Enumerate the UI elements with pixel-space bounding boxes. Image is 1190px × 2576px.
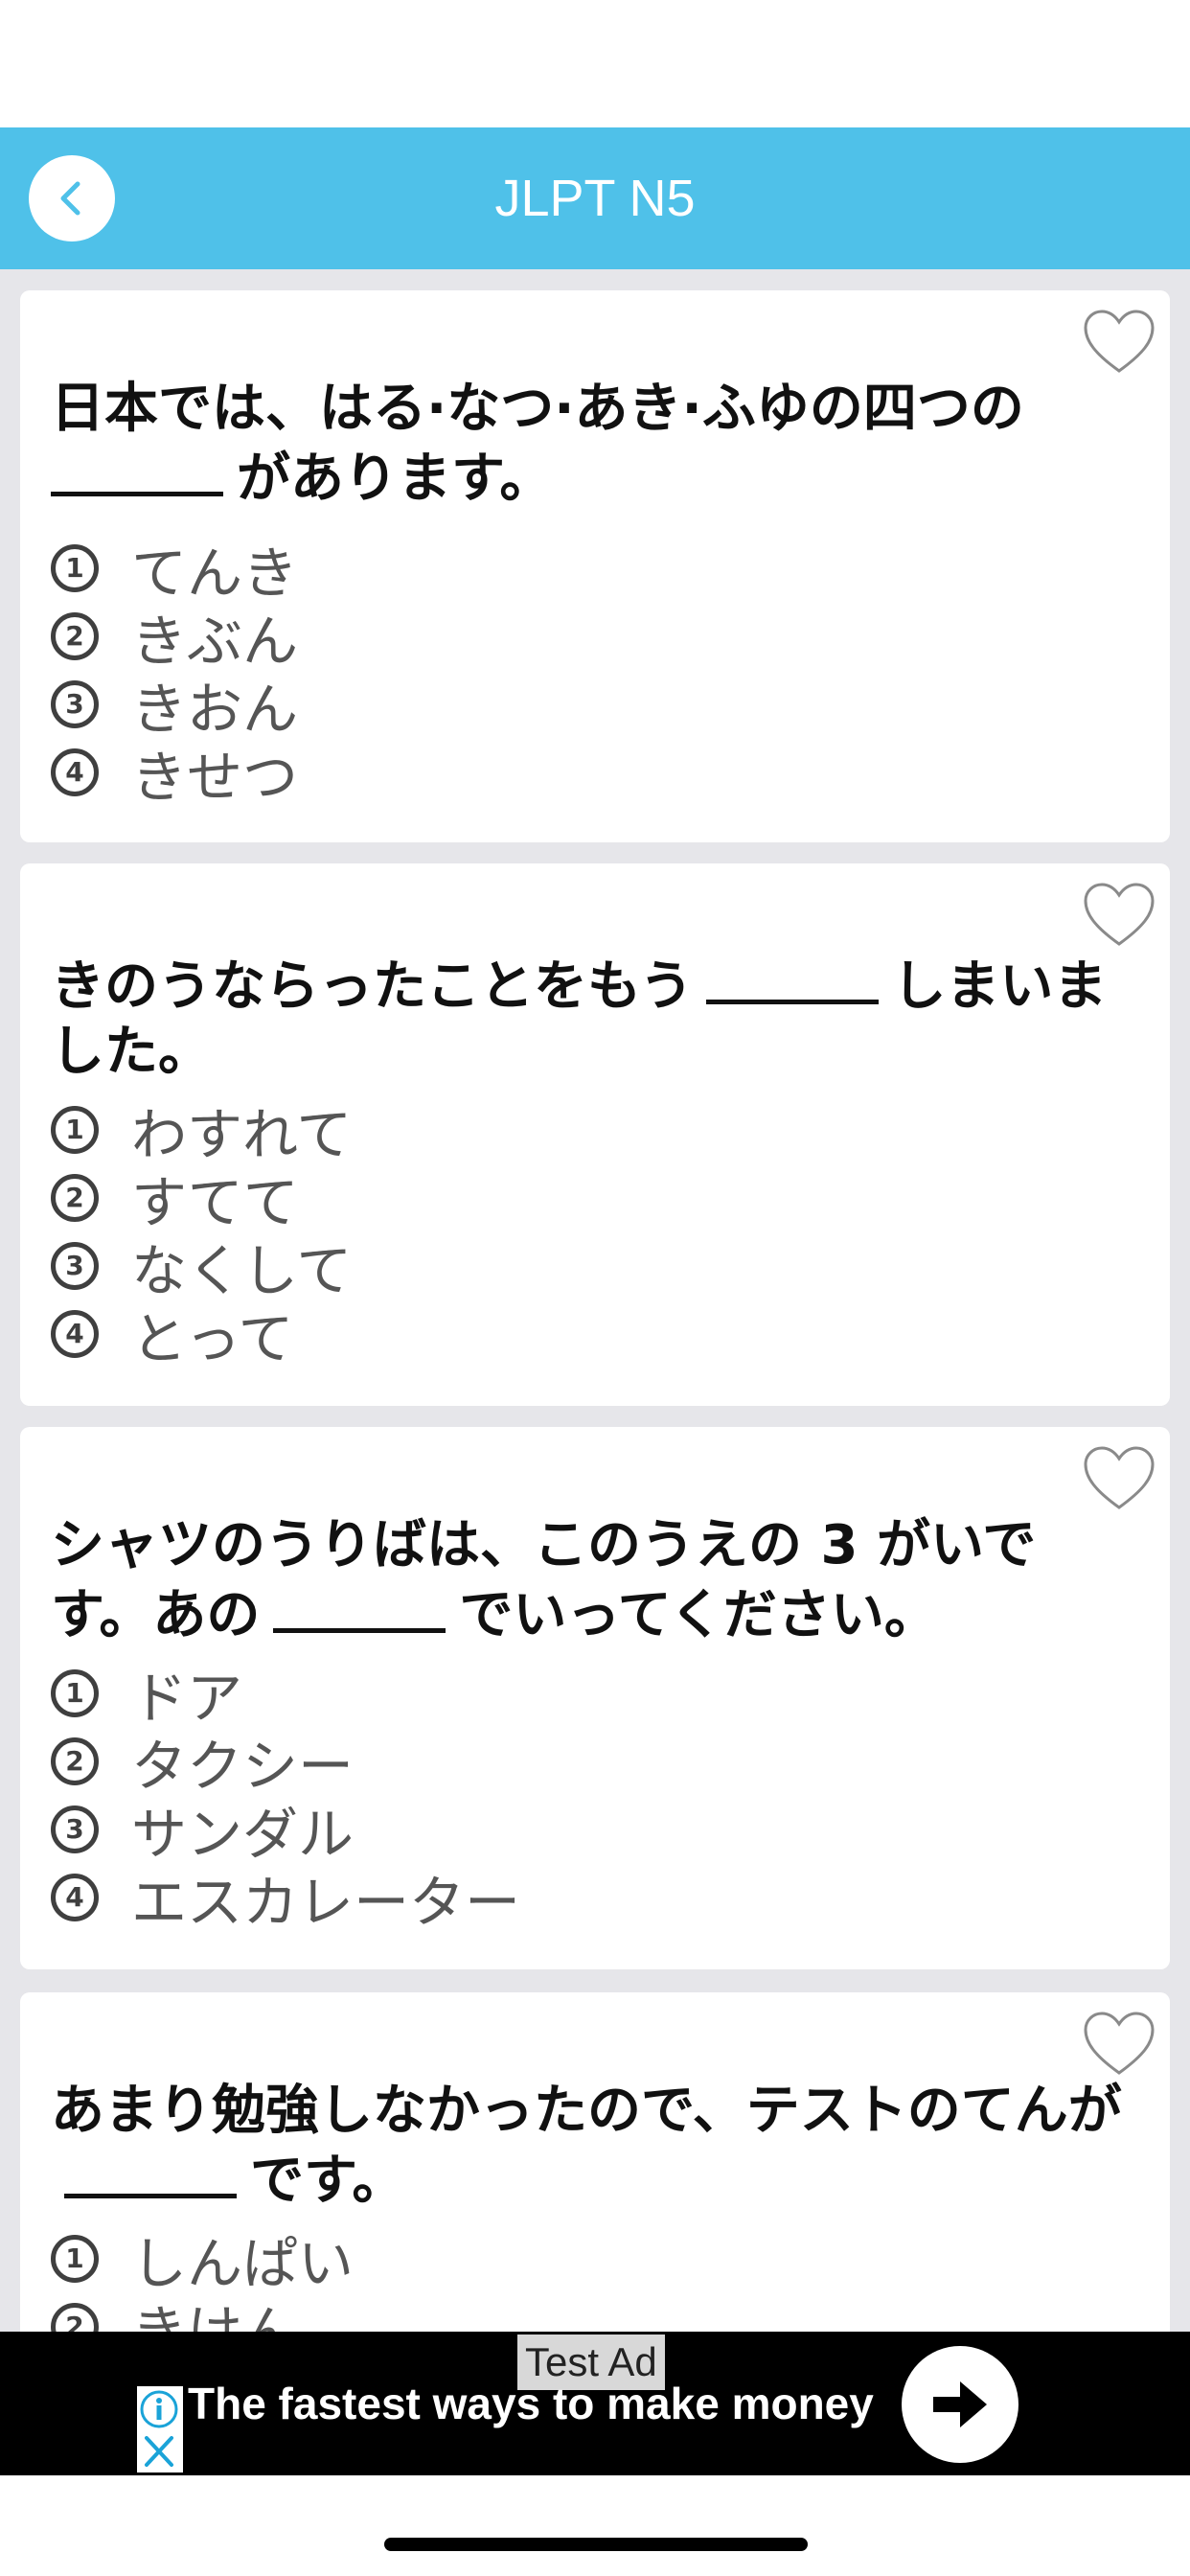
option-number: 3 <box>51 1241 99 1290</box>
status-bar <box>0 0 1190 127</box>
option-number: 1 <box>51 2234 99 2283</box>
question-list[interactable]: 日本では、はる·なつ·あき·ふゆの四つの があります。 1 てんき 2 きぶん 3 きお… <box>0 269 1190 2332</box>
nav-bar: JLPT N5 <box>0 127 1190 269</box>
heart-icon[interactable] <box>1082 2010 1156 2079</box>
option-item[interactable]: 4 きせつ <box>51 738 298 810</box>
option-item[interactable]: 2 すてて <box>51 1163 352 1235</box>
answer-blank <box>706 950 880 1004</box>
option-item[interactable]: 1 ドア <box>51 1659 520 1731</box>
answer-blank <box>273 1578 446 1633</box>
ad-headline[interactable]: The fastest ways to make money <box>188 2374 874 2433</box>
ad-banner[interactable]: Test Ad The fastest ways to make money <box>0 2332 1190 2475</box>
option-number: 4 <box>51 1873 99 1921</box>
option-number: 1 <box>51 543 99 592</box>
option-number: 1 <box>51 1105 99 1154</box>
ad-choices[interactable] <box>137 2386 183 2472</box>
option-number: 1 <box>51 1668 99 1717</box>
question-text: 日本では、はる·なつ·あき·ふゆの四つの があります。 <box>51 378 1024 510</box>
option-item[interactable]: 3 なくして <box>51 1231 352 1303</box>
option-item[interactable]: 4 エスカレーター <box>51 1863 520 1935</box>
option-number: 3 <box>51 679 99 728</box>
home-indicator[interactable] <box>384 2538 808 2551</box>
option-item[interactable]: 1 わすれて <box>51 1095 352 1167</box>
option-text: とって <box>131 1305 294 1371</box>
ad-cta-button[interactable] <box>902 2346 1018 2463</box>
question-text: きのうならったことをもう しまいました。 <box>51 950 1124 1085</box>
question-card: 日本では、はる·なつ·あき·ふゆの四つの があります。 1 てんき 2 きぶん 3 きお… <box>20 290 1170 842</box>
option-number: 2 <box>51 2302 99 2332</box>
option-number: 2 <box>51 1736 99 1785</box>
info-icon[interactable] <box>139 2389 179 2429</box>
option-text: きせつ <box>131 744 299 810</box>
option-text: きけん <box>131 2298 299 2333</box>
question-card: あまり勉強しなかったので、テストのてんがです。 1 しんぱい 2 きけん <box>20 1992 1170 2332</box>
option-list: 1 わすれて 2 すてて 3 なくして 4 とって <box>51 1095 352 1371</box>
option-list: 1 しんぱい 2 きけん <box>51 2224 354 2332</box>
option-text: エスカレーター <box>131 1869 521 1935</box>
question-card: シャツのうりばは、このうえの 3 がいです。あの でいってください。 1 ドア 2タ… <box>20 1427 1170 1969</box>
option-item[interactable]: 1 てんき <box>51 534 298 606</box>
option-list: 1 ドア 2 タクシー 3 サンダル 4 エスカレーター <box>51 1659 520 1935</box>
option-item[interactable]: 4 とって <box>51 1300 352 1371</box>
heart-icon[interactable] <box>1082 1444 1156 1513</box>
option-number: 2 <box>51 1173 99 1222</box>
option-number: 4 <box>51 1309 99 1358</box>
question-text: シャツのうりばは、このうえの 3 がいです。あの でいってください。 <box>51 1514 1037 1646</box>
answer-blank <box>64 2144 237 2198</box>
arrow-right-icon <box>933 2381 987 2427</box>
option-item[interactable]: 3 きおん <box>51 670 298 742</box>
home-indicator-area <box>0 2475 1190 2576</box>
option-item[interactable]: 2 タクシー <box>51 1727 520 1799</box>
heart-icon[interactable] <box>1082 308 1156 377</box>
option-item[interactable]: 3 サンダル <box>51 1795 520 1867</box>
heart-icon[interactable] <box>1082 881 1156 950</box>
close-icon[interactable] <box>139 2432 179 2471</box>
answer-blank <box>51 442 223 496</box>
option-number: 3 <box>51 1805 99 1853</box>
question-card: きのうならったことをもう しまいました。 1 わすれて 2 すてて 3 なくして 4 とっ… <box>20 863 1170 1406</box>
question-text: あまり勉強しなかったので、テストのてんがです。 <box>51 2080 1122 2212</box>
option-list: 1 てんき 2 きぶん 3 きおん 4 きせつ <box>51 534 298 810</box>
option-number: 4 <box>51 748 99 796</box>
page-title: JLPT N5 <box>494 170 696 227</box>
option-item[interactable]: 2 きぶん <box>51 602 298 674</box>
option-number: 2 <box>51 611 99 660</box>
option-item[interactable]: 1 しんぱい <box>51 2224 354 2296</box>
